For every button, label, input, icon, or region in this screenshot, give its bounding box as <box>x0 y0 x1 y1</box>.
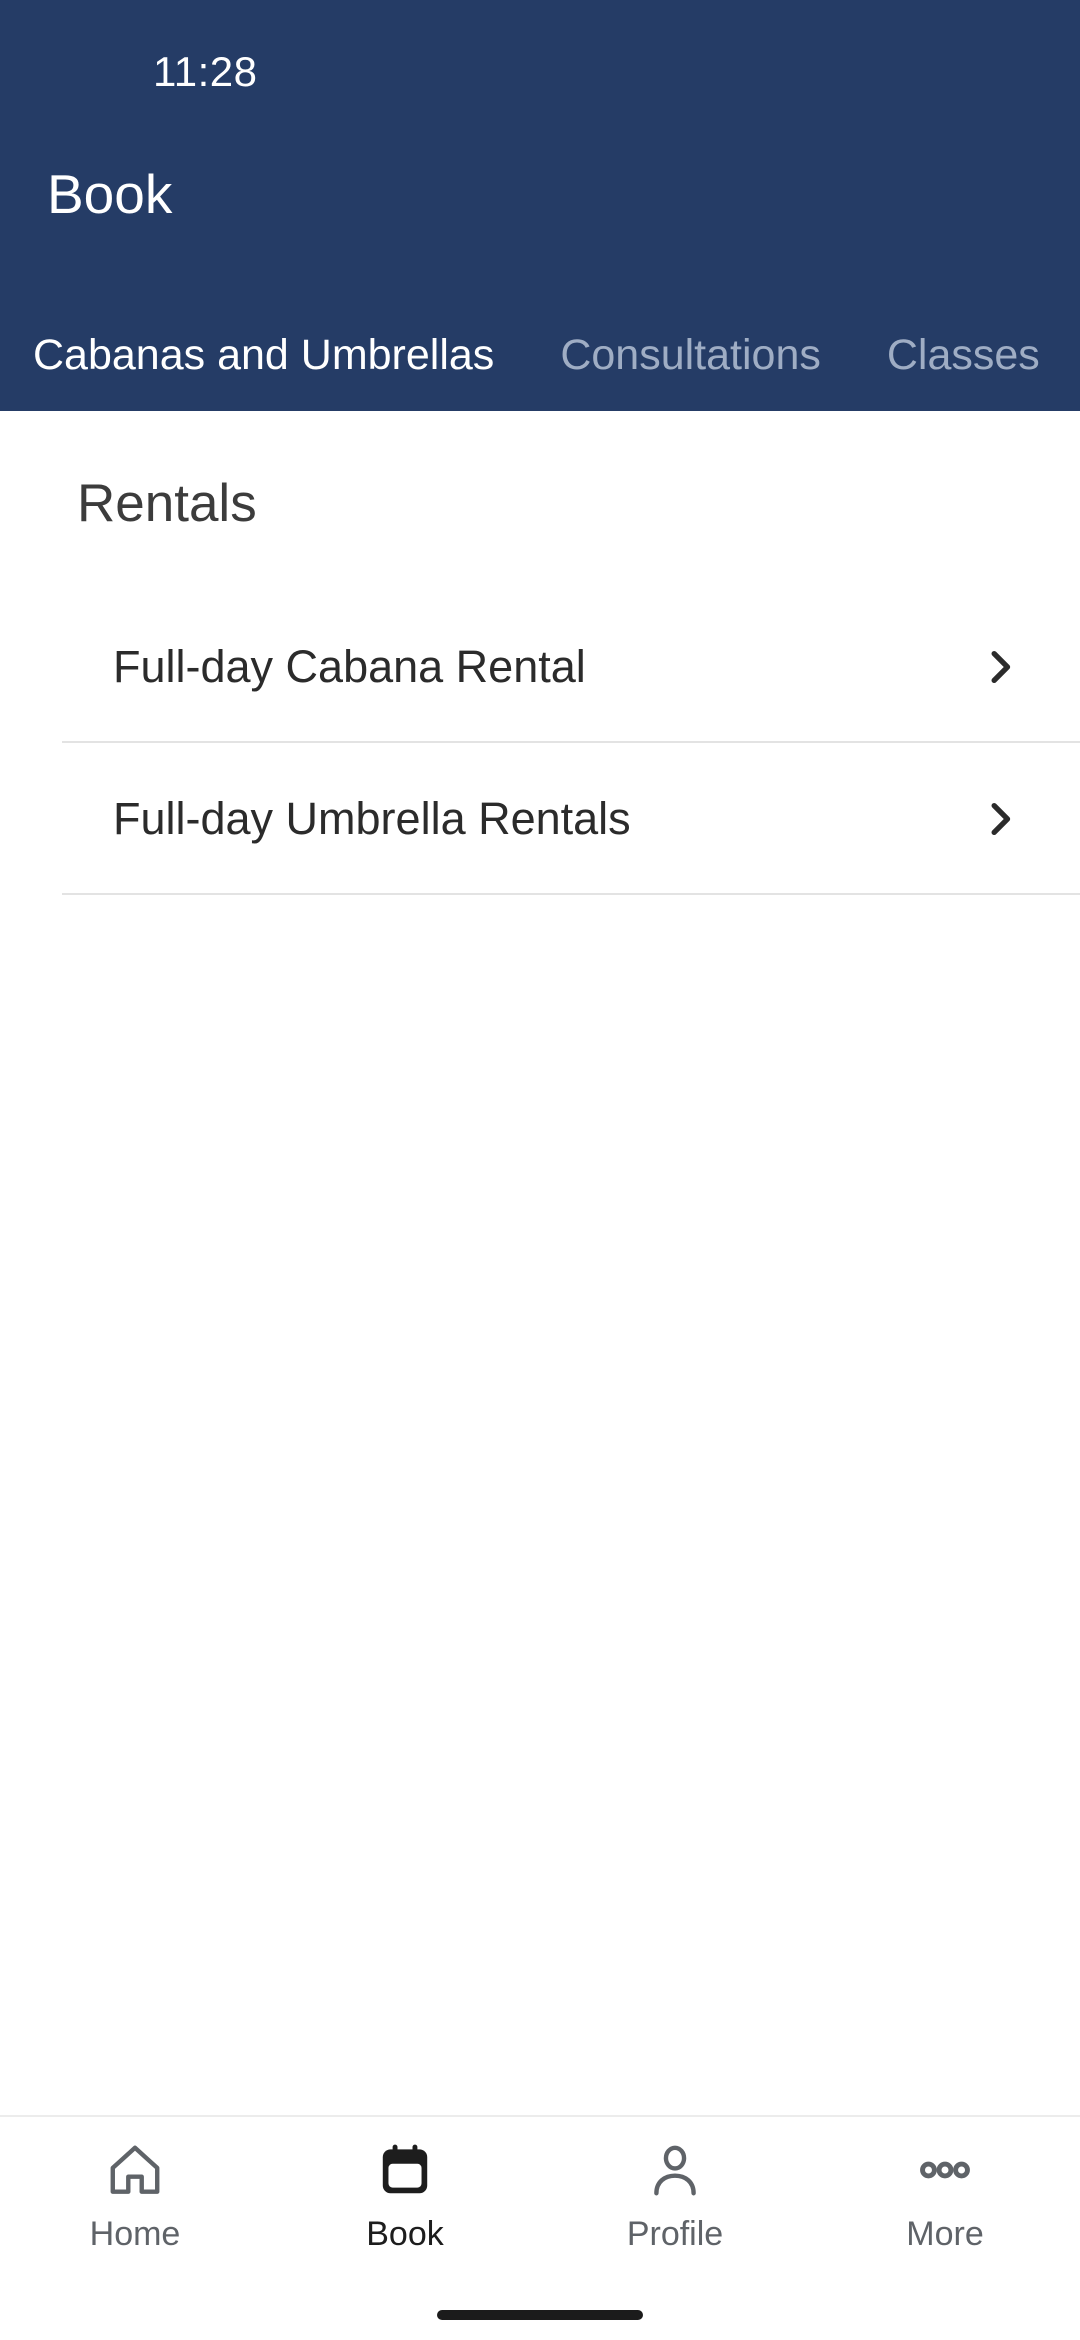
bottom-nav-items: Home Book Profile More <box>0 2117 1080 2287</box>
bottom-nav-item-home[interactable]: Home <box>0 2139 270 2287</box>
bottom-nav-item-profile[interactable]: Profile <box>540 2139 810 2287</box>
chevron-right-icon <box>980 647 1020 687</box>
status-bar: 11:28 <box>0 0 1080 120</box>
tab-label: Classes <box>886 331 1040 379</box>
bottom-nav-item-more[interactable]: More <box>810 2139 1080 2287</box>
home-icon <box>104 2139 166 2201</box>
list-item-label: Full-day Umbrella Rentals <box>113 793 631 844</box>
app-header: 11:28 Book Cabanas and Umbrellas Consult… <box>0 0 1080 411</box>
bottom-nav-label: Home <box>89 2215 181 2253</box>
bottom-nav-label: Profile <box>626 2215 724 2253</box>
list-item-label: Full-day Cabana Rental <box>113 641 586 692</box>
bottom-navigation-bar: Home Book Profile More <box>0 2115 1080 2340</box>
list-item[interactable]: Full-day Umbrella Rentals <box>0 743 1080 895</box>
section-header-rentals: Rentals <box>77 474 257 533</box>
calendar-icon <box>374 2139 436 2201</box>
tab-label: Consultations <box>560 331 821 379</box>
main-content: Rentals Full-day Cabana Rental Full-day … <box>0 411 1080 2115</box>
bottom-nav-label: Book <box>366 2215 444 2253</box>
rentals-list: Full-day Cabana Rental Full-day Umbrella… <box>0 591 1080 895</box>
more-horizontal-icon <box>914 2139 976 2201</box>
tab-consultations[interactable]: Consultations <box>527 300 854 411</box>
page-title: Book <box>47 163 173 225</box>
bottom-nav-label: More <box>906 2215 984 2253</box>
tab-label: Cabanas and Umbrellas <box>33 331 495 379</box>
list-item[interactable]: Full-day Cabana Rental <box>0 591 1080 743</box>
person-icon <box>644 2139 706 2201</box>
bottom-nav-item-book[interactable]: Book <box>270 2139 540 2287</box>
status-bar-time: 11:28 <box>153 48 258 95</box>
gesture-home-indicator[interactable] <box>437 2310 643 2320</box>
chevron-right-icon <box>980 799 1020 839</box>
tab-cabanas-and-umbrellas[interactable]: Cabanas and Umbrellas <box>0 300 527 411</box>
app-screen: 11:28 Book Cabanas and Umbrellas Consult… <box>0 0 1080 2340</box>
tab-bar[interactable]: Cabanas and Umbrellas Consultations Clas… <box>0 300 1080 411</box>
tab-classes[interactable]: Classes <box>854 300 1073 411</box>
list-divider <box>62 893 1080 895</box>
